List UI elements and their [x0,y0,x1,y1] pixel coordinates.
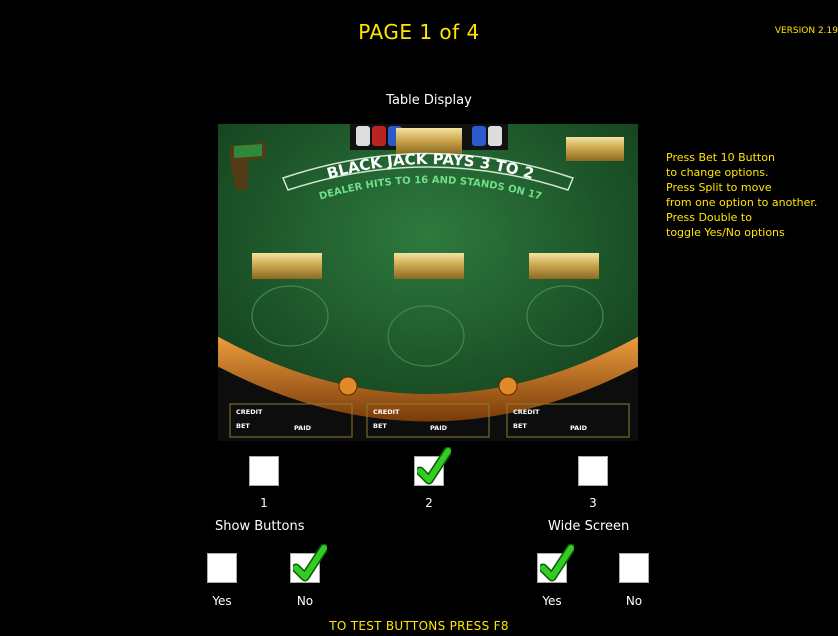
version-label: VERSION 2.19 [774,26,838,36]
svg-text:BET: BET [236,422,250,430]
svg-text:CREDIT: CREDIT [373,408,400,416]
checkmark-icon [540,544,574,582]
table-preview: BLACK JACK PAYS 3 TO 2 DEALER HITS TO 16… [218,124,638,441]
blackjack-table-image: BLACK JACK PAYS 3 TO 2 DEALER HITS TO 16… [218,124,638,441]
checkmark-icon [293,544,327,582]
show-buttons-no-label: No [296,594,314,608]
show-buttons-yes-label: Yes [212,594,232,608]
layout-1-label: 1 [260,496,268,510]
instructions-text: Press Bet 10 Button to change options. P… [666,151,818,239]
layout-2-checkbox[interactable] [414,447,451,486]
wide-screen-no-checkbox[interactable] [619,553,649,583]
layout-3-label: 3 [589,496,597,510]
show-buttons-title: Show Buttons [215,519,305,534]
wide-screen-no-label: No [625,594,643,608]
svg-text:PAID: PAID [430,424,448,432]
svg-text:PAID: PAID [570,424,588,432]
test-buttons-hint: TO TEST BUTTONS PRESS F8 [329,619,509,633]
svg-text:BET: BET [373,422,387,430]
svg-text:PAID: PAID [294,424,312,432]
checkmark-icon [417,447,451,485]
svg-text:BET: BET [513,422,527,430]
page-title: PAGE 1 of 4 [358,20,480,44]
wide-screen-title: Wide Screen [548,519,630,534]
wide-screen-yes-label: Yes [542,594,562,608]
wide-screen-yes-checkbox[interactable] [537,544,574,583]
svg-text:CREDIT: CREDIT [513,408,540,416]
layout-3-checkbox[interactable] [578,456,608,486]
show-buttons-no-checkbox[interactable] [290,544,327,583]
svg-text:CREDIT: CREDIT [236,408,263,416]
layout-2-label: 2 [425,496,433,510]
layout-1-checkbox[interactable] [249,456,279,486]
show-buttons-yes-checkbox[interactable] [207,553,237,583]
table-display-label: Table Display [386,93,472,108]
